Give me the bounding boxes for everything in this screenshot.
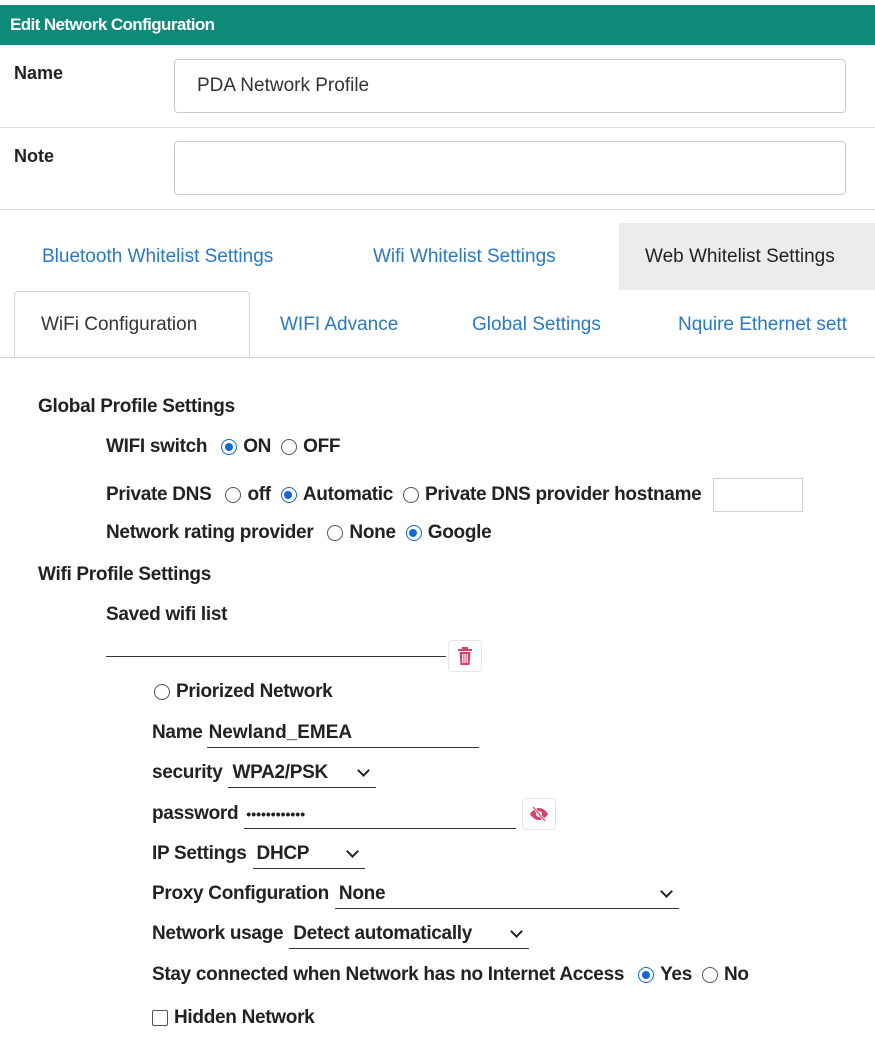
network-usage-select[interactable]: Detect automatically — [289, 919, 530, 949]
sub-tab-bar: WiFi Configuration WIFI Advance Global S… — [0, 291, 875, 358]
radio-on-icon[interactable] — [280, 487, 297, 503]
tab-global-settings[interactable]: Global Settings — [454, 291, 619, 358]
wifi-name-row: Name — [152, 718, 479, 748]
tab-wifi-advance[interactable]: WIFI Advance — [262, 291, 416, 358]
hidden-network-row: Hidden Network — [152, 1007, 315, 1029]
prioritized-network-row: Priorized Network — [150, 681, 338, 703]
hidden-network-label: Hidden Network — [174, 1007, 315, 1028]
ip-settings-label: IP Settings — [152, 843, 247, 864]
name-row: Name — [0, 45, 875, 128]
tab-wifi-whitelist[interactable]: Wifi Whitelist Settings — [355, 223, 574, 290]
stay-connected-row: Stay connected when Network has no Inter… — [152, 964, 755, 986]
radio-off-icon[interactable] — [327, 525, 344, 541]
stay-connected-label: Stay connected when Network has no Inter… — [152, 964, 625, 985]
password-label: password — [152, 803, 239, 824]
radio-off-icon[interactable] — [154, 684, 170, 700]
chevron-down-icon — [345, 844, 359, 858]
security-select[interactable]: WPA2/PSK — [228, 758, 377, 788]
radio-off-icon[interactable] — [225, 487, 242, 503]
eye-slash-icon — [530, 806, 549, 822]
note-row: Note — [0, 128, 875, 210]
entry-separator — [106, 655, 446, 657]
chevron-down-icon — [510, 924, 524, 938]
radio-off-icon[interactable] — [701, 967, 718, 983]
tab-nquire-ethernet[interactable]: Nquire Ethernet sett — [660, 291, 865, 358]
tab-web-whitelist[interactable]: Web Whitelist Settings — [619, 223, 875, 290]
chevron-down-icon — [660, 884, 673, 898]
wifi-switch-on[interactable]: ON — [217, 436, 271, 458]
stay-connected-no[interactable]: No — [698, 964, 749, 986]
stay-connected-yes[interactable]: Yes — [634, 964, 692, 986]
proxy-select[interactable]: None — [334, 879, 679, 909]
private-dns-automatic[interactable]: Automatic — [277, 484, 393, 506]
radio-on-icon[interactable] — [221, 439, 238, 455]
private-dns-hostname-option[interactable]: Private DNS provider hostname — [399, 484, 702, 506]
password-row: password — [152, 798, 557, 830]
private-dns-off[interactable]: off — [221, 484, 271, 506]
saved-wifi-list-label: Saved wifi list — [106, 604, 228, 625]
private-dns-row: Private DNS off Automatic Private DNS pr… — [106, 478, 804, 512]
password-input[interactable] — [244, 799, 517, 829]
network-usage-label: Network usage — [152, 923, 284, 944]
proxy-row: Proxy Configuration None — [152, 879, 679, 909]
delete-wifi-button[interactable] — [448, 640, 482, 672]
note-input[interactable] — [174, 141, 846, 195]
network-rating-none[interactable]: None — [323, 522, 396, 544]
wifi-profile-heading: Wifi Profile Settings — [38, 564, 211, 585]
dns-hostname-input[interactable] — [713, 478, 804, 512]
tab-bluetooth-whitelist[interactable]: Bluetooth Whitelist Settings — [24, 223, 291, 290]
wifi-name-input[interactable] — [206, 718, 479, 748]
ip-settings-row: IP Settings DHCP — [152, 839, 365, 869]
wifi-switch-label: WIFI switch — [106, 436, 208, 457]
wifi-switch-off[interactable]: OFF — [277, 436, 341, 458]
prioritized-network-option[interactable]: Priorized Network — [150, 681, 333, 703]
tab-wifi-configuration[interactable]: WiFi Configuration — [14, 291, 250, 358]
top-tab-bar: Bluetooth Whitelist Settings Wifi Whitel… — [0, 223, 875, 290]
name-label: Name — [14, 63, 64, 83]
dialog-title: Edit Network Configuration — [0, 5, 875, 45]
network-rating-google[interactable]: Google — [402, 522, 492, 544]
security-row: security WPA2/PSK — [152, 758, 377, 788]
network-usage-row: Network usage Detect automatically — [152, 919, 530, 949]
wifi-switch-row: WIFI switch ON OFF — [106, 436, 346, 458]
wifi-name-label: Name — [152, 722, 203, 743]
trash-icon — [458, 647, 472, 665]
chevron-down-icon — [357, 763, 371, 777]
radio-on-icon[interactable] — [405, 525, 422, 541]
proxy-label: Proxy Configuration — [152, 883, 329, 904]
tab-divider — [0, 357, 875, 358]
saved-wifi-entry-header — [106, 640, 482, 672]
network-rating-row: Network rating provider None Google — [106, 522, 497, 544]
ip-settings-select[interactable]: DHCP — [252, 839, 365, 869]
toggle-password-button[interactable] — [522, 798, 557, 830]
global-profile-heading: Global Profile Settings — [38, 396, 235, 417]
network-rating-label: Network rating provider — [106, 522, 314, 543]
radio-on-icon[interactable] — [638, 967, 655, 983]
name-input[interactable] — [174, 59, 846, 113]
hidden-network-checkbox[interactable] — [152, 1010, 168, 1026]
security-label: security — [152, 762, 223, 783]
note-label: Note — [14, 146, 54, 166]
private-dns-label: Private DNS — [106, 484, 212, 505]
radio-off-icon[interactable] — [281, 439, 298, 455]
radio-off-icon[interactable] — [403, 487, 420, 503]
